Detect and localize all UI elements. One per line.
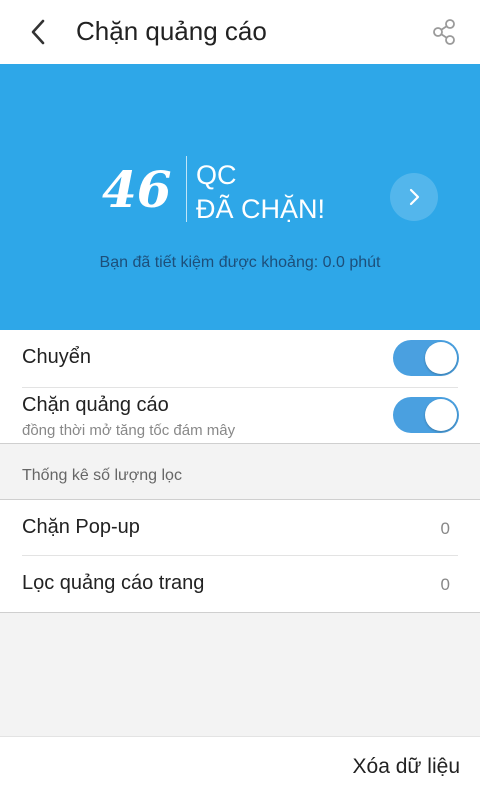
stats-banner: 46 QC ĐÃ CHẶN! Bạn đã tiết kiệm được kho… [0,64,480,330]
switch-toggle[interactable] [393,340,459,376]
back-button[interactable] [20,14,56,50]
blocked-count: 46 [102,160,172,219]
stat-value-page-ads: 0 [440,575,450,594]
list-item[interactable]: Chặn Pop-up 0 [0,500,480,556]
clear-data-button[interactable]: Xóa dữ liệu [353,755,460,779]
section-header: Thống kê số lượng lọc [22,467,182,484]
divider [0,612,480,613]
toggle-knob [425,342,457,374]
divider [22,387,458,388]
toggle-knob [425,399,457,431]
banner-divider [186,156,187,222]
stat-label-popup: Chặn Pop-up [22,516,140,538]
divider [0,443,480,444]
share-icon [433,19,455,45]
adblock-label: Chặn quảng cáo [22,394,169,416]
switch-label: Chuyển [22,346,91,368]
share-button[interactable] [426,14,462,50]
chevron-right-icon [409,188,420,206]
stats-list: Chặn Pop-up 0 Lọc quảng cáo trang 0 [0,499,480,613]
settings-list: Chuyển Chặn quảng cáo đồng thời mở tăng … [0,330,480,444]
stat-label-page-ads: Lọc quảng cáo trang [22,572,205,594]
app-header: Chặn quảng cáo [0,0,480,64]
adblock-toggle[interactable] [393,397,459,433]
list-item[interactable]: Lọc quảng cáo trang 0 [0,556,480,612]
time-saved-text: Bạn đã tiết kiệm được khoảng: 0.0 phút [99,254,381,271]
stat-value-popup: 0 [440,519,450,538]
bottom-bar: Xóa dữ liệu [0,736,480,800]
page-title: Chặn quảng cáo [76,16,267,46]
detail-button[interactable] [390,173,438,221]
qc-label: QC [196,160,237,190]
adblock-sublabel: đồng thời mở tăng tốc đám mây [22,422,236,439]
blocked-label: ĐÃ CHẶN! [196,194,326,224]
chevron-left-icon [31,19,45,45]
